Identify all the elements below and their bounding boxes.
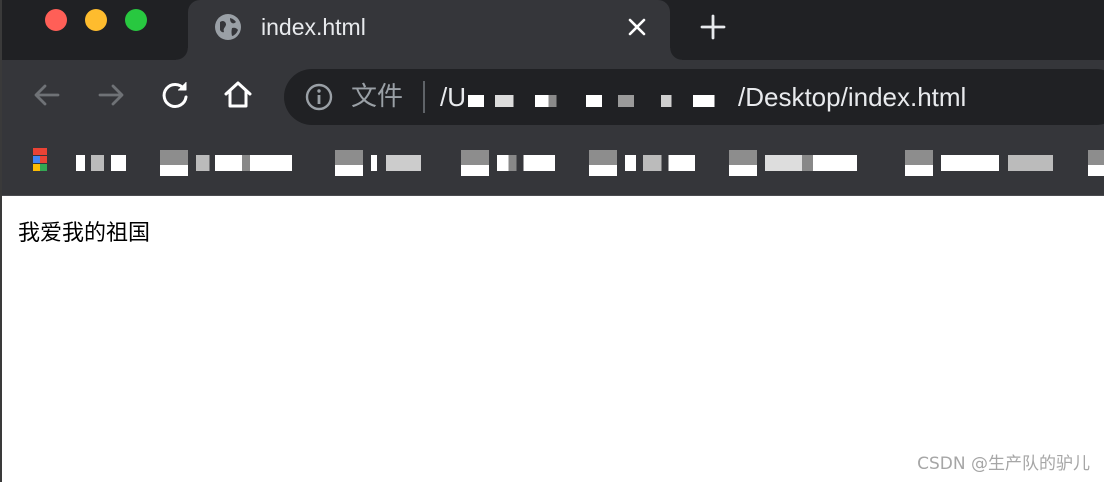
bookmark-label-redacted: [765, 155, 857, 171]
window-minimize-button[interactable]: [85, 9, 107, 31]
bookmark-item[interactable]: [1088, 150, 1104, 176]
bookmark-folder-icon: [729, 150, 757, 176]
page-body-text: 我爱我的祖国: [18, 221, 151, 246]
bookmark-item[interactable]: [905, 150, 1053, 176]
plus-icon[interactable]: [698, 12, 728, 42]
bookmark-folder-icon: [905, 150, 933, 176]
bookmark-label-redacted: [625, 155, 695, 171]
tab-index-html[interactable]: index.html: [176, 0, 682, 60]
bookmark-item[interactable]: [335, 150, 421, 176]
bookmark-item[interactable]: [461, 150, 555, 176]
tab-title: index.html: [261, 14, 366, 40]
close-icon[interactable]: [624, 14, 650, 40]
bookmark-folder-icon: [589, 150, 617, 176]
bookmarks-bar: [2, 134, 1104, 196]
bookmark-folder-icon: [160, 150, 188, 176]
bookmark-label-redacted: [371, 155, 421, 171]
bookmark-folder-icon: [1088, 150, 1104, 176]
bookmark-item[interactable]: [76, 150, 126, 176]
scheme-label: 文件: [351, 82, 404, 112]
address-bar[interactable]: 文件 /U/Desktop/index.html: [284, 69, 1104, 125]
page-content: 我爱我的祖国 CSDN @生产队的驴儿: [2, 197, 1104, 482]
bookmark-folder-icon: [335, 150, 363, 176]
window-close-button[interactable]: [45, 9, 67, 31]
watermark: CSDN @生产队的驴儿: [917, 454, 1090, 474]
url-redacted-segment: [468, 86, 736, 113]
reload-icon[interactable]: [158, 78, 192, 112]
bookmark-label-redacted: [76, 155, 126, 171]
tab-strip: index.html: [2, 0, 1104, 60]
bookmark-folder-icon: [461, 150, 489, 176]
arrow-right-icon[interactable]: [94, 78, 128, 112]
bookmark-label-redacted: [497, 155, 555, 171]
address-separator: [423, 81, 425, 113]
url-prefix: /U: [440, 82, 466, 112]
toolbar: 文件 /U/Desktop/index.html: [2, 60, 1104, 134]
bookmark-item[interactable]: [589, 150, 695, 176]
bookmark-item[interactable]: [729, 150, 857, 176]
info-icon[interactable]: [305, 83, 333, 111]
bookmark-label-redacted: [196, 155, 292, 171]
browser-window: index.html 文件 /U /Desktop/index.html 我爱我…: [0, 0, 1104, 482]
url-text[interactable]: /U/Desktop/index.html: [440, 81, 966, 113]
bookmark-item[interactable]: [160, 150, 292, 176]
window-maximize-button[interactable]: [125, 9, 147, 31]
url-suffix: /Desktop/index.html: [738, 82, 967, 112]
bookmark-label-redacted: [941, 155, 1053, 171]
arrow-left-icon[interactable]: [30, 78, 64, 112]
home-icon[interactable]: [221, 78, 255, 112]
apps-icon[interactable]: [33, 148, 47, 178]
globe-icon: [215, 14, 241, 40]
